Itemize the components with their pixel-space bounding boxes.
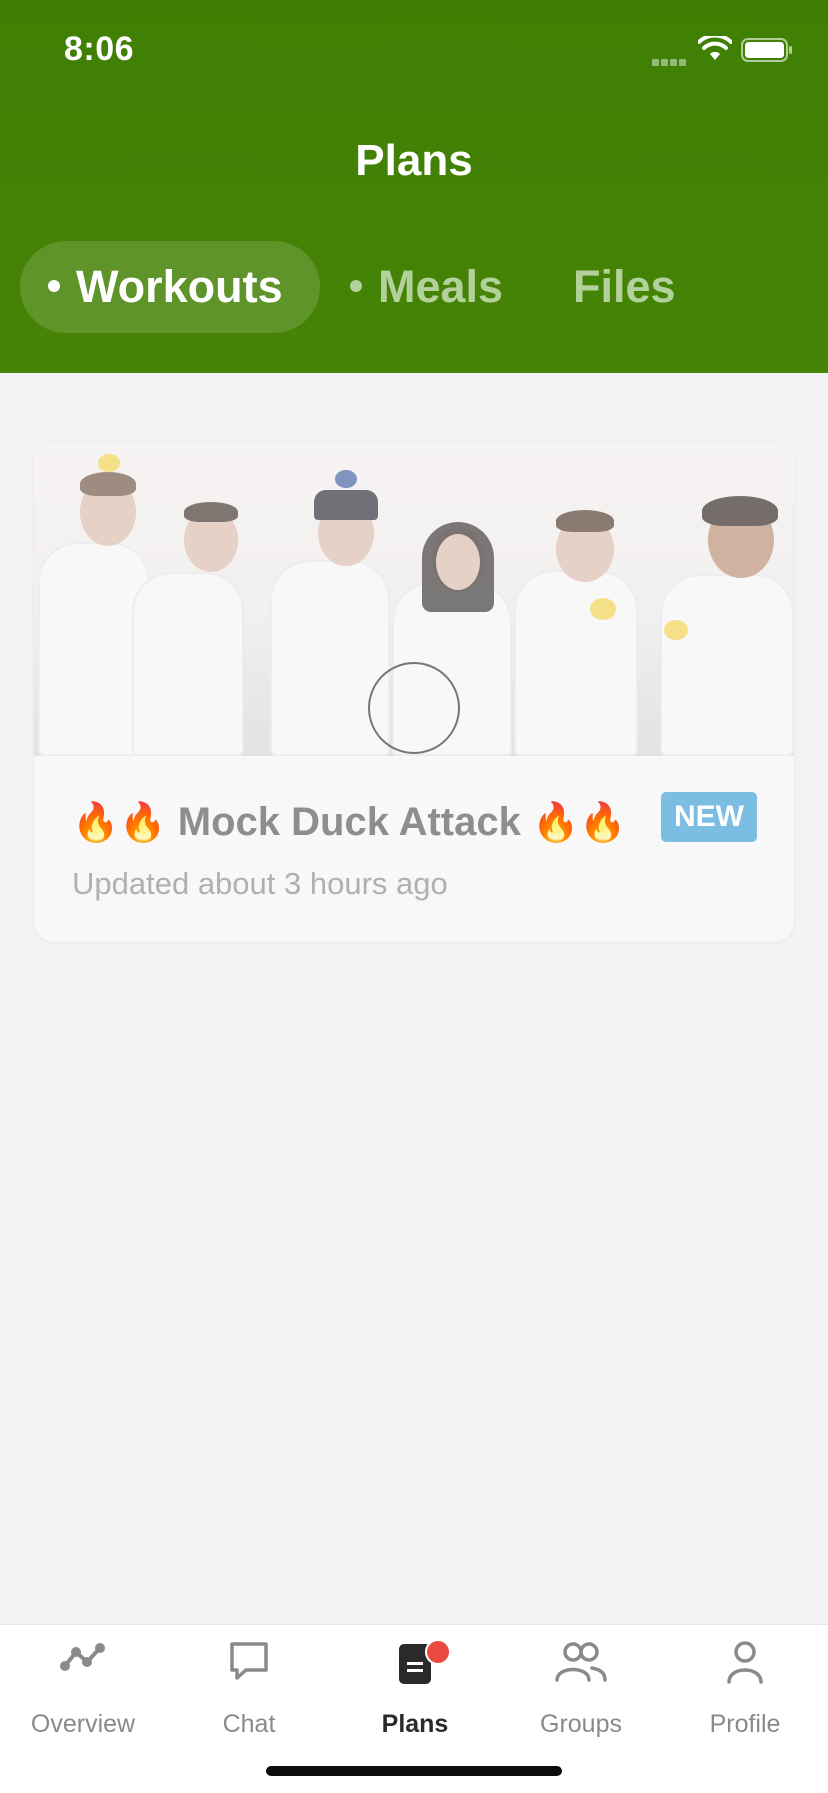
chat-icon (230, 1642, 268, 1680)
tab-label: Chat (222, 1710, 276, 1738)
tab-plans[interactable]: Plans (332, 1625, 498, 1745)
status-time: 8:06 (64, 30, 135, 68)
tab-workouts[interactable]: Workouts (20, 241, 320, 333)
page-title: Plans (355, 136, 473, 185)
tab-groups[interactable]: Groups (498, 1625, 664, 1745)
active-dot-icon (48, 280, 60, 293)
header: 8:06 Plans Workouts Meals Files (0, 0, 828, 373)
tab-label: Workouts (76, 261, 283, 312)
tab-label: Profile (709, 1710, 781, 1738)
tab-files[interactable]: Files (573, 241, 676, 333)
cellular-signal-icon (652, 53, 692, 66)
plan-name: Mock Duck Attack (177, 800, 521, 844)
loading-spinner-icon (368, 662, 460, 754)
tab-profile[interactable]: Profile (662, 1625, 828, 1745)
plan-updated-time: Updated about 3 hours ago (72, 866, 448, 901)
tab-label: Plans (381, 1710, 449, 1738)
overview-icon (60, 1643, 105, 1671)
plan-cover-photo (34, 442, 794, 756)
tab-overview[interactable]: Overview (0, 1625, 166, 1745)
tab-meals[interactable]: Meals (350, 241, 503, 333)
groups-icon (555, 1642, 607, 1682)
tab-label: Overview (30, 1710, 136, 1738)
wifi-icon (698, 36, 732, 60)
plan-card[interactable]: 🔥🔥 Mock Duck Attack 🔥🔥 NEW Updated about… (34, 442, 794, 942)
profile-icon (727, 1641, 763, 1684)
dot-icon (350, 280, 362, 293)
tab-label: Meals (378, 261, 504, 312)
new-badge: NEW (661, 792, 757, 842)
status-bar: 8:06 (0, 0, 828, 100)
fire-icon: 🔥🔥 (531, 802, 627, 844)
notification-dot-icon (425, 1639, 451, 1665)
tab-label: Files (573, 261, 676, 312)
fire-icon: 🔥🔥 (72, 802, 167, 844)
tab-label: Groups (540, 1710, 622, 1738)
home-indicator[interactable] (266, 1766, 562, 1776)
plan-title: 🔥🔥 Mock Duck Attack 🔥🔥 (72, 800, 627, 845)
battery-icon (741, 38, 792, 62)
tab-chat[interactable]: Chat (166, 1625, 332, 1745)
